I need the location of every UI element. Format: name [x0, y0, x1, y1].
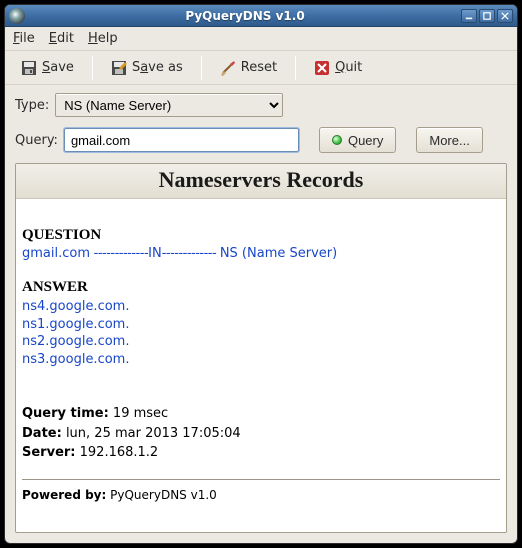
server-value: 192.168.1.2	[80, 445, 159, 460]
app-icon	[9, 8, 25, 24]
question-line: gmail.com -------------IN------------- N…	[22, 246, 500, 261]
run-icon	[332, 135, 342, 145]
question-name[interactable]: gmail.com	[22, 246, 90, 261]
quit-button[interactable]: Quit	[306, 56, 370, 80]
save-as-button[interactable]: Save as	[103, 56, 191, 80]
date-label: Date:	[22, 426, 62, 441]
menubar: File Edit Help	[5, 27, 517, 51]
query-input[interactable]	[64, 128, 299, 152]
results-header: Nameservers Records	[16, 164, 506, 199]
answer-list: ns4.google.com. ns1.google.com. ns2.goog…	[22, 298, 500, 368]
date-value: lun, 25 mar 2013 17:05:04	[66, 426, 241, 441]
type-label: Type:	[15, 98, 49, 113]
separator	[92, 56, 93, 80]
toolbar: Save Save as Reset Quit	[5, 51, 517, 85]
window-title: PyQueryDNS v1.0	[29, 9, 461, 23]
close-icon	[314, 60, 330, 76]
answer-item[interactable]: ns2.google.com.	[22, 333, 500, 351]
reset-button[interactable]: Reset	[212, 56, 285, 80]
results-body: QUESTION gmail.com -------------IN------…	[16, 199, 506, 510]
answer-item[interactable]: ns1.google.com.	[22, 316, 500, 334]
titlebar[interactable]: PyQueryDNS v1.0	[5, 5, 517, 27]
query-label: Query:	[15, 133, 58, 148]
powered-by: Powered by: PyQueryDNS v1.0	[22, 488, 500, 502]
question-class: IN	[148, 246, 162, 261]
app-window: PyQueryDNS v1.0 File Edit Help Save Save…	[4, 4, 518, 544]
menu-file[interactable]: File	[13, 31, 35, 46]
divider	[22, 479, 500, 480]
maximize-button[interactable]	[479, 9, 495, 23]
broom-icon	[220, 60, 236, 76]
menu-edit[interactable]: Edit	[49, 31, 74, 46]
answer-item[interactable]: ns3.google.com.	[22, 351, 500, 369]
answer-item[interactable]: ns4.google.com.	[22, 298, 500, 316]
controls-area: Type: NS (Name Server) Query: Query More…	[5, 85, 517, 157]
question-type: NS (Name Server)	[220, 246, 337, 261]
results-frame: Nameservers Records QUESTION gmail.com -…	[15, 163, 507, 533]
close-button[interactable]	[497, 9, 513, 23]
server-label: Server:	[22, 445, 76, 460]
more-button[interactable]: More...	[416, 127, 482, 153]
answer-title: ANSWER	[22, 279, 500, 296]
floppy-icon	[21, 60, 37, 76]
query-time-value: 19 msec	[113, 406, 168, 421]
save-button[interactable]: Save	[13, 56, 82, 80]
floppy-pen-icon	[111, 60, 127, 76]
meta-block: Query time: 19 msec Date: lun, 25 mar 20…	[22, 404, 500, 463]
question-title: QUESTION	[22, 227, 500, 244]
menu-help[interactable]: Help	[88, 31, 118, 46]
separator	[201, 56, 202, 80]
separator	[295, 56, 296, 80]
query-time-label: Query time:	[22, 406, 109, 421]
type-select[interactable]: NS (Name Server)	[55, 93, 283, 117]
minimize-button[interactable]	[461, 9, 477, 23]
query-button[interactable]: Query	[319, 127, 396, 153]
